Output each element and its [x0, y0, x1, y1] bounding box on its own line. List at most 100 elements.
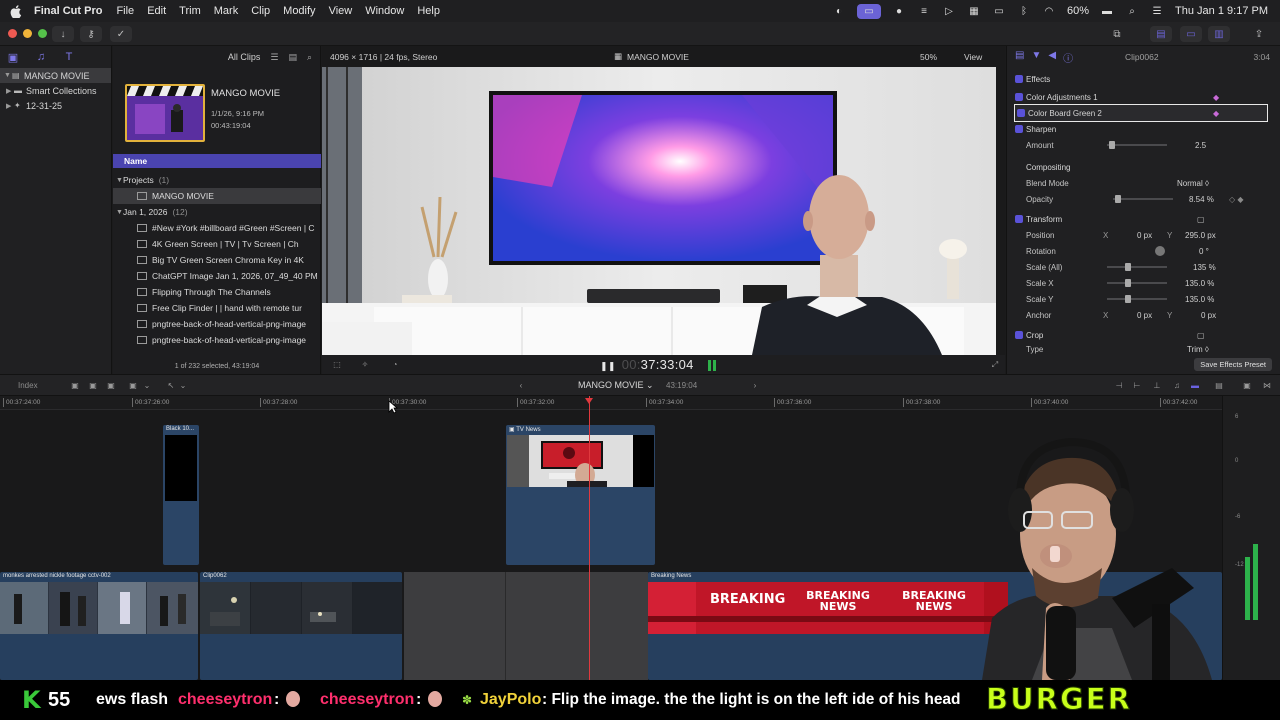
menu-modify[interactable]: Modify: [283, 5, 315, 17]
checkbox[interactable]: [1015, 215, 1023, 223]
scale-x-slider[interactable]: [1107, 279, 1167, 287]
control-center-icon[interactable]: ☰: [1150, 5, 1164, 17]
save-effects-preset-button[interactable]: Save Effects Preset: [1194, 358, 1272, 371]
menu-help[interactable]: Help: [417, 5, 440, 17]
browser-toggle[interactable]: ▤: [1150, 26, 1172, 42]
share-mode-button[interactable]: ⧉: [1106, 26, 1128, 42]
slider-knob[interactable]: [1125, 295, 1131, 303]
list-item-project[interactable]: MANGO MOVIE: [113, 188, 321, 204]
minimize-window-button[interactable]: [23, 29, 32, 38]
onscreen-controls-icon[interactable]: ▢: [1197, 331, 1205, 340]
crop-type-popup[interactable]: Trim ◊: [1187, 345, 1209, 354]
playhead-handle[interactable]: [585, 398, 593, 404]
menu-window[interactable]: Window: [365, 5, 404, 17]
slider-knob[interactable]: [1125, 263, 1131, 271]
slider-knob[interactable]: [1109, 141, 1115, 149]
menu-file[interactable]: File: [116, 5, 134, 17]
keyframe-icon[interactable]: ◇ ◆: [1229, 195, 1244, 204]
effect-color-adjustments[interactable]: Color Adjustments 1 ◆: [1007, 89, 1280, 105]
timeline-project-name[interactable]: MANGO MOVIE ⌄: [578, 380, 654, 391]
primary-clip-0062[interactable]: Clip0062: [200, 572, 402, 680]
color-wheel-icon[interactable]: ◆: [1213, 109, 1219, 118]
scale-y-slider[interactable]: [1107, 295, 1167, 303]
menu-list-icon[interactable]: ≡: [917, 5, 931, 17]
effect-sharpen[interactable]: Sharpen: [1007, 121, 1280, 137]
inspector-toggle[interactable]: ▥: [1208, 26, 1230, 42]
viewer-canvas[interactable]: [322, 67, 996, 355]
index-button[interactable]: Index: [18, 381, 38, 390]
sidebar-item-smart-collections[interactable]: ▶ ▬ Smart Collections: [0, 83, 111, 98]
overwrite-clip-icon[interactable]: ▣: [128, 381, 138, 390]
history-forward-icon[interactable]: ›: [750, 381, 760, 390]
amount-value[interactable]: 2.5: [1195, 141, 1206, 150]
app-menu[interactable]: Final Cut Pro: [34, 5, 102, 17]
battery-icon[interactable]: ▬: [1100, 5, 1114, 17]
zoom-window-button[interactable]: [38, 29, 47, 38]
timeline-toggle[interactable]: ▭: [1180, 26, 1202, 42]
keywords-button[interactable]: ⚷: [80, 26, 102, 42]
blend-mode-popup[interactable]: Normal ◊: [1177, 179, 1209, 188]
list-item[interactable]: Free Clip Finder | | hand with remote tu…: [113, 300, 321, 316]
position-y[interactable]: 295.0 px: [1185, 231, 1216, 240]
video-tab-icon[interactable]: ▤: [1015, 50, 1024, 65]
titles-tab-icon[interactable]: T: [62, 51, 76, 63]
view-popup[interactable]: View: [964, 52, 982, 62]
disclosure-open-icon[interactable]: ▼: [113, 209, 123, 216]
fullscreen-icon[interactable]: ⤢: [990, 360, 1000, 369]
list-item[interactable]: ChatGPT Image Jan 1, 2026, 07_49_40 PM: [113, 268, 321, 284]
share-button[interactable]: ⇪: [1248, 26, 1270, 42]
name-column-header[interactable]: Name: [113, 154, 321, 168]
append-clip-icon[interactable]: ▣: [106, 381, 116, 390]
list-item[interactable]: Flipping Through The Channels: [113, 284, 321, 300]
speedometer-icon[interactable]: ◔: [390, 360, 400, 369]
play-circle-icon[interactable]: ▷: [942, 5, 956, 17]
list-item[interactable]: Big TV Green Screen Chroma Key in 4K: [113, 252, 321, 268]
solo-icon[interactable]: ⊥: [1152, 381, 1162, 390]
insert-clip-icon[interactable]: ▣: [88, 381, 98, 390]
effects-browser-icon[interactable]: ▣: [1242, 381, 1252, 390]
disclosure-closed-icon[interactable]: ▶: [6, 87, 14, 95]
audio-skimming-icon[interactable]: ⊣: [1114, 381, 1124, 390]
menu-view[interactable]: View: [329, 5, 353, 17]
rotation-value[interactable]: 0 °: [1199, 247, 1209, 256]
background-tasks-button[interactable]: ✓: [110, 26, 132, 42]
anchor-x[interactable]: 0 px: [1137, 311, 1152, 320]
transform-section[interactable]: Transform ▢: [1007, 211, 1280, 227]
primary-clip-cctv[interactable]: monkes arrested nickle footage cctv-002: [0, 572, 198, 680]
scale-all-value[interactable]: 135 %: [1193, 263, 1216, 272]
chevron-down-icon[interactable]: ⌄: [142, 381, 152, 390]
obs-icon[interactable]: ◐: [832, 5, 846, 17]
wifi-icon[interactable]: ◠: [1042, 5, 1056, 17]
color-wheel-icon[interactable]: ◆: [1213, 93, 1219, 102]
libraries-tab-icon[interactable]: ▣: [6, 51, 20, 64]
display-icon[interactable]: ▭: [992, 5, 1006, 17]
checkbox[interactable]: [1015, 331, 1023, 339]
compositing-section[interactable]: Compositing: [1007, 159, 1280, 175]
anchor-y[interactable]: 0 px: [1201, 311, 1216, 320]
close-window-button[interactable]: [8, 29, 17, 38]
color-tab-icon[interactable]: ▼: [1031, 50, 1041, 65]
connected-clip-black[interactable]: Black 10...: [163, 425, 199, 565]
connect-clip-icon[interactable]: ▣: [70, 381, 80, 390]
disclosure-open-icon[interactable]: ▼: [4, 72, 12, 79]
snapping-icon[interactable]: ⊢: [1132, 381, 1142, 390]
position-x[interactable]: 0 px: [1137, 231, 1152, 240]
onscreen-controls-icon[interactable]: ▢: [1197, 215, 1205, 224]
apple-logo-icon[interactable]: [10, 4, 22, 18]
screen-record-icon[interactable]: ▭: [857, 3, 882, 19]
scale-y-value[interactable]: 135.0 %: [1185, 295, 1214, 304]
transform-tool-icon[interactable]: ⬚: [332, 360, 342, 369]
menu-clip[interactable]: Clip: [251, 5, 270, 17]
timeline-ruler[interactable]: 00:37:24:00 00:37:26:00 00:37:28:00 00:3…: [0, 396, 1222, 410]
clip-appearance-icon[interactable]: ▤: [288, 52, 297, 63]
import-button[interactable]: ↓: [52, 26, 74, 42]
grid-icon[interactable]: ▦: [967, 5, 981, 17]
gap-clip[interactable]: [404, 572, 648, 680]
checkbox[interactable]: [1017, 109, 1025, 117]
sidebar-item-library[interactable]: ▼ ▤ MANGO MOVIE: [0, 68, 111, 83]
menu-edit[interactable]: Edit: [147, 5, 166, 17]
effect-color-board[interactable]: Color Board Green 2 ◆: [1014, 104, 1268, 122]
timecode-display[interactable]: ❚❚ 00:37:33:04: [600, 357, 694, 372]
search-icon[interactable]: ⌕: [1125, 5, 1139, 17]
menu-trim[interactable]: Trim: [179, 5, 201, 17]
